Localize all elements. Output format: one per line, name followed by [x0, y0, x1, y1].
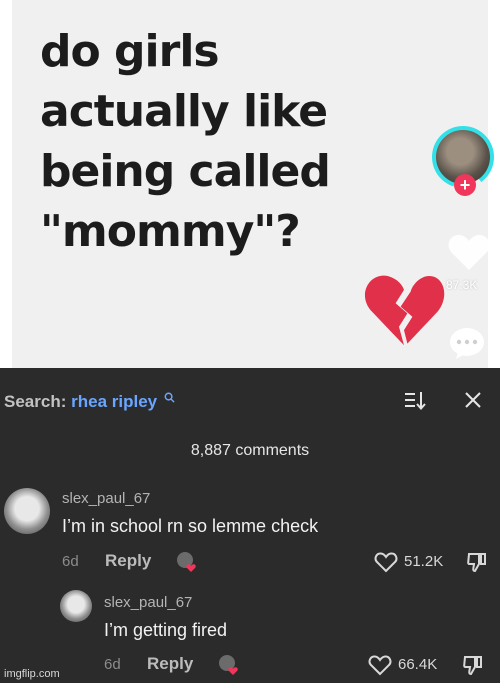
video-caption: do girls actually like being called "mom…: [40, 22, 420, 262]
dislike-icon[interactable]: [462, 654, 484, 676]
broken-heart-icon: [364, 275, 445, 346]
comment-time: 6d: [62, 553, 79, 570]
comment-username[interactable]: slex_paul_67: [62, 490, 150, 507]
close-icon[interactable]: [463, 390, 483, 410]
search-icon: [164, 392, 175, 403]
heart-icon[interactable]: [447, 232, 491, 272]
comment-text: I’m getting fired: [104, 620, 228, 640]
search-query[interactable]: rhea ripley: [71, 392, 157, 411]
comment-count: 8,887 comments: [190, 442, 310, 459]
dislike-icon[interactable]: [466, 551, 488, 573]
creator-liked-icon: [177, 552, 196, 572]
caption-line: do girls: [40, 26, 220, 77]
like-count: 66.4K: [398, 656, 438, 673]
search-label: Search:: [4, 392, 67, 411]
like-count: 51.2K: [404, 553, 444, 570]
video-area[interactable]: do girls actually like being called "mom…: [0, 0, 500, 368]
plus-icon[interactable]: +: [454, 174, 476, 196]
like-count: 87.3K: [446, 278, 478, 292]
comments-panel: Search: rhea ripley 8,887 comments slex_…: [0, 368, 500, 683]
comment-text: I’m in school rn so lemme check: [62, 516, 319, 536]
avatar[interactable]: [4, 488, 50, 534]
like-heart-icon[interactable]: [368, 654, 392, 676]
creator-avatar[interactable]: +: [432, 126, 500, 196]
caption-line: actually like: [40, 86, 328, 137]
video-border-left: [0, 0, 12, 368]
avatar[interactable]: [60, 590, 92, 622]
comment-icon[interactable]: [448, 326, 486, 360]
sort-icon[interactable]: [404, 390, 426, 410]
creator-liked-icon: [219, 655, 238, 675]
reply-button[interactable]: Reply: [105, 551, 151, 571]
caption-line: "mommy"?: [40, 206, 301, 257]
search-suggestion[interactable]: Search: rhea ripley: [4, 392, 175, 412]
reply-button[interactable]: Reply: [147, 654, 193, 674]
caption-line: being called: [40, 146, 331, 197]
like-heart-icon[interactable]: [374, 551, 398, 573]
comment-username[interactable]: slex_paul_67: [104, 594, 192, 611]
comment-time: 6d: [104, 656, 121, 673]
watermark: imgflip.com: [4, 668, 60, 680]
